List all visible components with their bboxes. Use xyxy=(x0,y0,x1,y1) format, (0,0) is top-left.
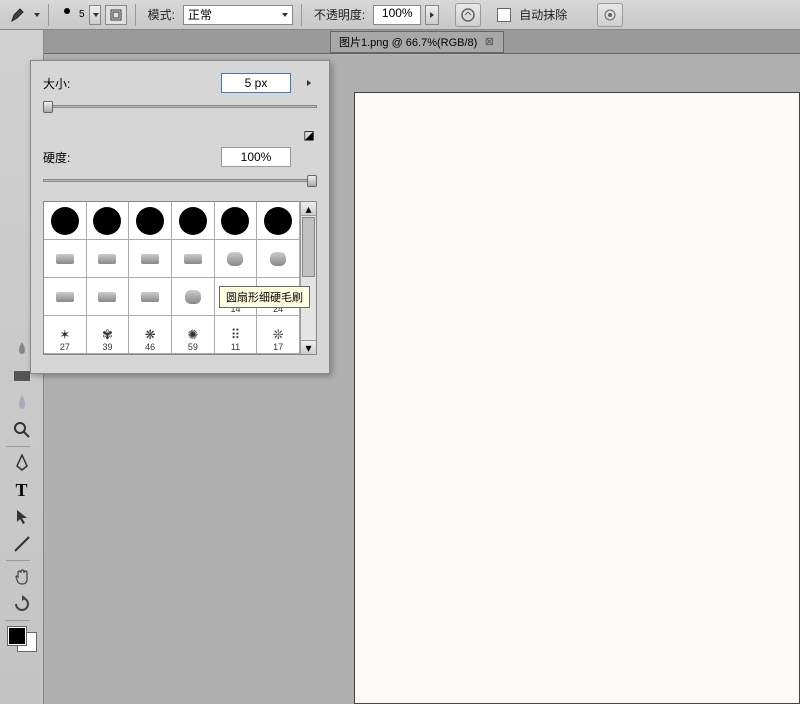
divider xyxy=(48,4,49,26)
type-tool-icon[interactable]: T xyxy=(10,478,34,502)
chevron-down-icon xyxy=(282,13,288,17)
tablet-pressure-size-icon[interactable] xyxy=(597,3,623,27)
brush-preset[interactable] xyxy=(44,278,87,316)
brush-preset[interactable] xyxy=(257,240,300,278)
blur-tool-icon[interactable] xyxy=(10,391,34,415)
rotate-view-tool-icon[interactable] xyxy=(10,592,34,616)
tool-picker-arrow[interactable] xyxy=(34,13,40,17)
brush-preset[interactable] xyxy=(129,278,172,316)
size-label: 大小: xyxy=(43,75,70,92)
brush-panel-toggle-icon[interactable] xyxy=(105,5,127,25)
brush-preset[interactable] xyxy=(44,202,87,240)
brush-preset-dropdown[interactable] xyxy=(89,5,101,25)
brush-preset-grid: ⁂14 ⁂24 ✶27 ✾39 ❋46 ✺59 ⠿11 ❊17 ▴ ▾ xyxy=(43,201,317,355)
separator xyxy=(6,446,30,447)
scroll-up-icon[interactable]: ▴ xyxy=(301,202,316,216)
opacity-input[interactable]: 100% xyxy=(373,5,421,25)
blend-mode-value: 正常 xyxy=(188,6,212,23)
brush-preset[interactable] xyxy=(172,278,215,316)
zoom-tool-icon[interactable] xyxy=(10,418,34,442)
document-tab-bar: 图片1.png @ 66.7%(RGB/8) ⊠ xyxy=(44,30,800,54)
auto-erase-checkbox[interactable] xyxy=(497,8,511,22)
brush-preset[interactable]: ✾39 xyxy=(87,316,130,354)
tablet-pressure-opacity-icon[interactable] xyxy=(455,3,481,27)
document-canvas[interactable] xyxy=(354,92,800,704)
foreground-color[interactable] xyxy=(8,627,26,645)
size-slider[interactable] xyxy=(43,97,317,117)
brush-tooltip: 圆扇形细硬毛刷 xyxy=(219,286,310,308)
brush-preset[interactable]: ✶27 xyxy=(44,316,87,354)
divider xyxy=(301,4,302,26)
brush-preset[interactable] xyxy=(129,202,172,240)
scroll-down-icon[interactable]: ▾ xyxy=(301,340,316,354)
brush-preset-panel: 大小: ◪ 硬度: xyxy=(30,60,330,374)
document-tab[interactable]: 图片1.png @ 66.7%(RGB/8) ⊠ xyxy=(330,31,504,53)
brush-preset[interactable] xyxy=(172,240,215,278)
opacity-label: 不透明度: xyxy=(314,6,365,23)
hardness-input[interactable] xyxy=(221,147,291,167)
brush-preset[interactable] xyxy=(87,202,130,240)
separator xyxy=(6,560,30,561)
options-toolbar: 5 模式: 正常 不透明度: 100% 自动抹除 xyxy=(0,0,800,30)
auto-erase-label: 自动抹除 xyxy=(519,6,567,23)
color-swatch[interactable] xyxy=(8,627,36,651)
brush-preset[interactable] xyxy=(87,240,130,278)
pencil-tool-icon[interactable] xyxy=(8,5,28,25)
scroll-thumb[interactable] xyxy=(302,217,315,277)
brush-preset[interactable] xyxy=(215,240,258,278)
line-tool-icon[interactable] xyxy=(10,532,34,556)
flyout-menu-icon[interactable] xyxy=(301,75,317,91)
opacity-dropdown[interactable] xyxy=(425,5,439,25)
brush-preset[interactable] xyxy=(172,202,215,240)
mode-label: 模式: xyxy=(148,6,175,23)
hardness-label: 硬度: xyxy=(43,149,70,166)
close-icon[interactable]: ⊠ xyxy=(483,36,495,48)
brush-preset[interactable] xyxy=(215,202,258,240)
blend-mode-select[interactable]: 正常 xyxy=(183,5,293,25)
preset-scrollbar[interactable]: ▴ ▾ xyxy=(300,202,316,354)
brush-preset[interactable] xyxy=(44,240,87,278)
brush-preset[interactable]: ⠿11 xyxy=(215,316,258,354)
separator xyxy=(6,620,30,621)
brush-size-input[interactable] xyxy=(221,73,291,93)
divider xyxy=(135,4,136,26)
brush-preset[interactable]: ❋46 xyxy=(129,316,172,354)
brush-preset[interactable]: ✺59 xyxy=(172,316,215,354)
path-selection-tool-icon[interactable] xyxy=(10,505,34,529)
brush-size-badge: 5 xyxy=(79,9,85,20)
brush-preset[interactable] xyxy=(87,278,130,316)
pen-tool-icon[interactable] xyxy=(10,451,34,475)
brush-preset[interactable] xyxy=(129,240,172,278)
brush-preview-icon[interactable] xyxy=(57,5,77,25)
hand-tool-icon[interactable] xyxy=(10,565,34,589)
hardness-slider[interactable] xyxy=(43,171,317,191)
new-preset-icon[interactable]: ◪ xyxy=(301,127,317,143)
brush-preset[interactable]: ❊17 xyxy=(257,316,300,354)
brush-preset[interactable] xyxy=(257,202,300,240)
document-tab-title: 图片1.png @ 66.7%(RGB/8) xyxy=(339,34,477,50)
